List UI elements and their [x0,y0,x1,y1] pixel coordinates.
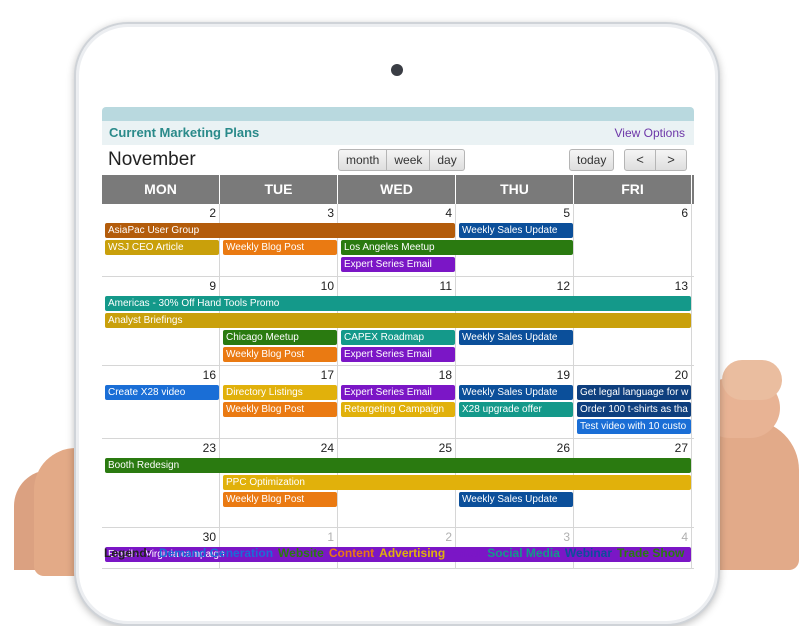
prev-month-button[interactable]: < [624,149,656,171]
day-number: 2 [209,206,216,220]
day-number: 10 [320,279,334,293]
legend-item: Webinar [564,546,613,560]
legend-item: Social Media [487,546,560,560]
camera-icon [391,64,403,76]
legend-item: Advertising [379,546,446,560]
calendar-event[interactable]: Weekly Sales Update [459,223,573,238]
day-cell[interactable]: 23 [102,439,220,527]
legend-item: Content [328,546,375,560]
calendar-event[interactable]: Expert Series Email [341,385,455,400]
top-strip [102,107,694,121]
day-number: 30 [202,530,216,544]
day-number: 11 [439,279,452,293]
today-button[interactable]: today [569,149,615,171]
week-row: 23 24 25 26 27 Booth Redesign PPC Optimization… [102,439,694,528]
day-number: 25 [438,441,452,455]
weekday-fri: FRI [574,175,692,204]
day-number: 20 [674,368,688,382]
title-bar: Current Marketing Plans View Options [102,121,694,145]
next-month-button[interactable]: > [656,149,687,171]
day-number: 3 [563,530,570,544]
legend-item: Trade Show [617,546,685,560]
calendar-event[interactable]: Chicago Meetup [223,330,337,345]
right-hand-finger-top [722,360,782,400]
day-cell[interactable]: 6 [574,204,692,276]
day-number: 9 [209,279,216,293]
calendar-event[interactable]: Create X28 video [105,385,219,400]
day-number: 16 [202,368,216,382]
view-switcher: month week day [338,149,465,171]
day-number: 26 [556,441,570,455]
legend: Legend: Demand Generation Website Content A… [104,546,689,560]
day-number: 12 [556,279,570,293]
week-row: 9 10 11 12 13 Americas - 30% Off Hand Tools P… [102,277,694,366]
calendar-event[interactable]: CAPEX Roadmap [341,330,455,345]
weekday-tue: TUE [220,175,338,204]
nav-group: < > [624,149,687,171]
day-number: 24 [320,441,334,455]
view-options-link[interactable]: View Options [615,126,685,140]
day-number: 5 [563,206,570,220]
day-number: 6 [681,206,688,220]
calendar-event[interactable]: Weekly Sales Update [459,492,573,507]
calendar-app: Current Marketing Plans View Options Nov… [102,107,694,577]
calendar-event[interactable]: X28 upgrade offer [459,402,573,417]
legend-item: Email [450,546,483,560]
day-number: 4 [681,530,688,544]
today-group: today [569,149,615,171]
calendar-event[interactable]: Americas - 30% Off Hand Tools Promo [105,296,691,311]
chevron-left-icon: < [636,152,644,167]
weekday-mon: MON [102,175,220,204]
calendar-event[interactable]: PPC Optimization [223,475,691,490]
month-title: November [108,149,196,170]
calendar-event[interactable]: Expert Series Email [341,257,455,272]
calendar-event[interactable]: Weekly Blog Post [223,402,337,417]
legend-item: Demand Generation [159,546,274,560]
chevron-right-icon: > [667,152,675,167]
calendar-event[interactable]: Directory Listings [223,385,337,400]
calendar-event[interactable]: Order 100 t-shirts as tha [577,402,691,417]
calendar-event[interactable]: Weekly Blog Post [223,347,337,362]
day-cell[interactable]: 16 [102,366,220,438]
calendar-event[interactable]: Weekly Blog Post [223,492,337,507]
calendar-event[interactable]: WSJ CEO Article [105,240,219,255]
calendar-event[interactable]: Test video with 10 custo [577,419,691,434]
day-number: 2 [445,530,452,544]
page-title: Current Marketing Plans [109,125,260,140]
day-view-button[interactable]: day [430,149,465,171]
calendar-toolbar: November month week day today < > [102,145,694,175]
day-number: 18 [438,368,452,382]
weekday-header: MON TUE WED THU FRI [102,175,694,204]
calendar-event[interactable]: Booth Redesign [105,458,691,473]
day-number: 3 [327,206,334,220]
calendar-event[interactable]: Analyst Briefings [105,313,691,328]
calendar-event[interactable]: Retargeting Campaign [341,402,455,417]
day-number: 17 [320,368,334,382]
day-number: 4 [445,206,452,220]
day-number: 27 [674,441,688,455]
calendar-event[interactable]: Weekly Sales Update [459,385,573,400]
calendar-event[interactable]: Weekly Blog Post [223,240,337,255]
month-view-button[interactable]: month [338,149,388,171]
month-grid: MON TUE WED THU FRI 2 3 4 5 6 AsiaPac User Group W… [102,175,694,569]
calendar-event[interactable]: Get legal language for w [577,385,691,400]
day-number: 1 [327,530,334,544]
calendar-event[interactable]: Expert Series Email [341,347,455,362]
week-view-button[interactable]: week [387,149,431,171]
calendar-event[interactable]: Los Angeles Meetup [341,240,573,255]
calendar-event[interactable]: AsiaPac User Group [105,223,455,238]
day-number: 23 [202,441,216,455]
legend-item: Website [278,546,324,560]
day-number: 19 [556,368,570,382]
week-row: 2 3 4 5 6 AsiaPac User Group Weekly Sales Upda… [102,204,694,277]
day-number: 13 [674,279,688,293]
week-row: 16 17 18 19 20 Create X28 video Directory List… [102,366,694,439]
calendar-event[interactable]: Weekly Sales Update [459,330,573,345]
weekday-thu: THU [456,175,574,204]
legend-title: Legend: [104,546,151,560]
weekday-wed: WED [338,175,456,204]
